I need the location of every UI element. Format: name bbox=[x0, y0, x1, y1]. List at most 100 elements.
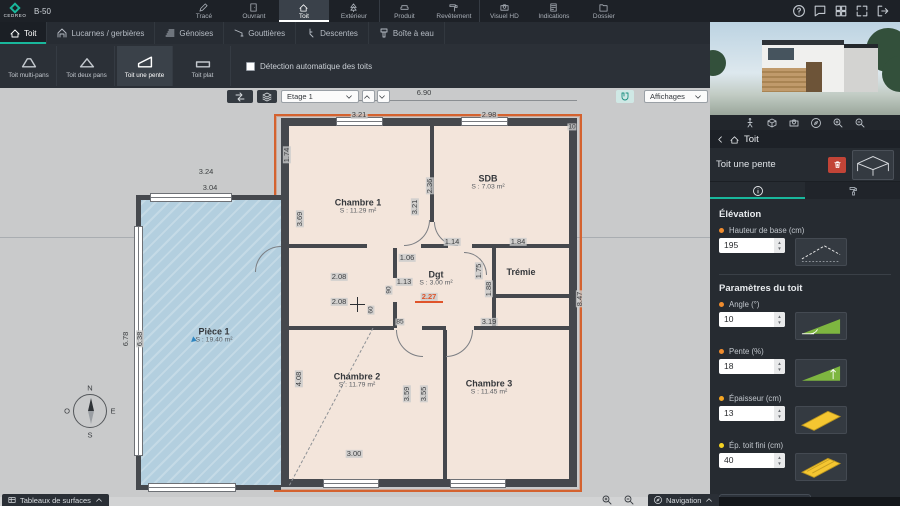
nav-tab-produit[interactable]: Produit bbox=[379, 0, 429, 22]
selected-dimension-line[interactable] bbox=[415, 301, 443, 303]
expand-button[interactable] bbox=[856, 5, 869, 18]
dimension-label[interactable]: 1.14 bbox=[444, 238, 461, 246]
layers-button[interactable] bbox=[257, 90, 277, 103]
dimension-label[interactable]: 90 bbox=[385, 285, 392, 294]
walk-button[interactable] bbox=[745, 118, 755, 128]
stepper-arrows-icon[interactable]: ▲▼ bbox=[774, 359, 785, 374]
ribbon-tab-lucarnes-gerbi-res[interactable]: Lucarnes / gerbières bbox=[47, 22, 155, 44]
hauteur-base-stepper[interactable]: 195▲▼ bbox=[719, 238, 785, 253]
floor-plan-canvas[interactable]: Chambre 1S : 11.29 m² SDBS : 7.03 m² Trémi… bbox=[0, 88, 710, 497]
zoom-out-button[interactable] bbox=[620, 494, 638, 506]
surface-tables-button[interactable]: Tableaux de surfaces bbox=[2, 494, 109, 506]
dimension-label[interactable]: 1.74 bbox=[283, 147, 291, 164]
nav-tab-visuel-hd[interactable]: Visuel HD bbox=[479, 0, 529, 22]
dimension-label[interactable]: 2.08 bbox=[331, 298, 348, 306]
dimension-label[interactable]: 3.21 bbox=[411, 199, 419, 216]
dimension-label[interactable]: 3.24 bbox=[198, 168, 215, 176]
dimension-label[interactable]: 3.55 bbox=[420, 386, 428, 403]
floor-select[interactable]: Etage 1 bbox=[281, 90, 359, 103]
cube-button[interactable] bbox=[767, 118, 777, 128]
exit-button[interactable] bbox=[877, 5, 890, 18]
dimension-label[interactable]: 10 bbox=[567, 123, 576, 130]
nav-tab-trac-[interactable]: Tracé bbox=[179, 0, 229, 22]
tool-toit-multi-pans[interactable]: Toit multi-pans bbox=[1, 46, 57, 86]
room-label-chambre-1[interactable]: Chambre 1S : 11.29 m² bbox=[335, 198, 382, 215]
checkbox-icon[interactable] bbox=[246, 62, 255, 71]
screens-button[interactable] bbox=[835, 5, 848, 18]
floor-up-button[interactable] bbox=[362, 90, 375, 103]
zoom-in-button[interactable] bbox=[598, 494, 616, 506]
display-options-select[interactable]: Affichages bbox=[644, 90, 708, 103]
dimension-label[interactable]: 3.00 bbox=[346, 450, 363, 458]
dimension-label[interactable]: 1.13 bbox=[396, 278, 413, 286]
ribbon-tab-goutti-res[interactable]: Gouttières bbox=[224, 22, 296, 44]
dimension-label[interactable]: 4.08 bbox=[295, 371, 303, 388]
room-label-dgt[interactable]: DgtS : 3.00 m² bbox=[419, 270, 452, 287]
dimension-label[interactable]: 1.84 bbox=[510, 238, 527, 246]
compass-button[interactable] bbox=[811, 118, 821, 128]
nav-tab-ouvrant[interactable]: Ouvrant bbox=[229, 0, 279, 22]
dimension-label[interactable]: 8.47 bbox=[576, 291, 584, 308]
delete-roof-button[interactable] bbox=[828, 157, 846, 173]
ribbon-tab-bo-te-eau[interactable]: Boîte à eau bbox=[369, 22, 445, 44]
stepper-arrows-icon[interactable]: ▲▼ bbox=[774, 453, 785, 468]
epaisseur-stepper[interactable]: 13▲▼ bbox=[719, 406, 785, 421]
preview-3d[interactable] bbox=[710, 22, 900, 115]
chevron-left-icon[interactable] bbox=[716, 135, 725, 144]
dimension-label[interactable]: 1.75 bbox=[475, 263, 483, 280]
zoom-out-button[interactable] bbox=[855, 118, 865, 128]
floor-down-button[interactable] bbox=[377, 90, 390, 103]
nav-tab-dossier[interactable]: Dossier bbox=[579, 0, 629, 22]
tool-toit-deux-pans[interactable]: Toit deux pans bbox=[59, 46, 115, 86]
ribbon-tab-toit[interactable]: Toit bbox=[0, 22, 47, 44]
roof-preview-thumbnail[interactable] bbox=[852, 150, 894, 180]
dimension-label[interactable]: 3.04 bbox=[202, 184, 219, 192]
snap-magnet-button[interactable] bbox=[616, 90, 634, 103]
tool-toit-plat[interactable]: Toit plat bbox=[175, 46, 231, 86]
navigation-button[interactable]: Navigation bbox=[648, 494, 719, 506]
dimension-label[interactable]: 85 bbox=[395, 318, 404, 325]
room-label-tr-mie[interactable]: Trémie bbox=[506, 267, 535, 277]
dimension-label[interactable]: 1.06 bbox=[399, 254, 416, 262]
stepper-arrows-icon[interactable]: ▲▼ bbox=[774, 238, 785, 253]
dimension-label-selected[interactable]: 2.27 bbox=[421, 293, 438, 301]
dimension-label[interactable]: 3.69 bbox=[296, 211, 304, 228]
nav-tab-indications[interactable]: Indications bbox=[529, 0, 579, 22]
tab-roof-info[interactable] bbox=[710, 182, 805, 199]
dimension-label[interactable]: 2.08 bbox=[331, 273, 348, 281]
tool-toit-une-pente[interactable]: Toit une pente bbox=[117, 46, 173, 86]
ep-toit-fini-stepper[interactable]: 40▲▼ bbox=[719, 453, 785, 468]
camera-button[interactable] bbox=[789, 118, 799, 128]
angle-stepper[interactable]: 10▲▼ bbox=[719, 312, 785, 327]
stepper-arrows-icon[interactable]: ▲▼ bbox=[774, 406, 785, 421]
undo-redo-button[interactable] bbox=[227, 90, 253, 103]
dimension-label[interactable]: 3.19 bbox=[481, 318, 498, 326]
dimension-label[interactable]: 1.88 bbox=[485, 281, 493, 298]
nav-tab-toit[interactable]: Toit bbox=[279, 0, 329, 22]
room-label-pi-ce-1[interactable]: Pièce 1S : 19.40 m² bbox=[195, 327, 232, 344]
room-label-chambre-3[interactable]: Chambre 3S : 11.45 m² bbox=[466, 379, 513, 396]
nav-tab-rev-tement[interactable]: Revêtement bbox=[429, 0, 479, 22]
dimension-label[interactable]: 3.59 bbox=[403, 386, 411, 403]
ribbon-tab-descentes[interactable]: Descentes bbox=[296, 22, 369, 44]
nav-tab-ext-rieur[interactable]: Extérieur bbox=[329, 0, 379, 22]
dimension-label[interactable]: 3.21 bbox=[351, 111, 368, 119]
dimension-label[interactable]: 6.90 bbox=[416, 89, 433, 97]
stepper-arrows-icon[interactable]: ▲▼ bbox=[774, 312, 785, 327]
auto-detect-checkbox[interactable]: Détection automatique des toits bbox=[246, 62, 372, 71]
chat-button[interactable] bbox=[814, 5, 827, 18]
help-button[interactable] bbox=[793, 5, 806, 18]
dimension-label[interactable]: 6.38 bbox=[136, 331, 144, 348]
field-bullet-icon bbox=[719, 302, 724, 307]
dimension-label[interactable]: 2.36 bbox=[426, 178, 434, 195]
room-label-chambre-2[interactable]: Chambre 2S : 11.79 m² bbox=[334, 372, 381, 389]
ribbon-tab-g-noises[interactable]: Génoises bbox=[155, 22, 224, 44]
pente-stepper[interactable]: 18▲▼ bbox=[719, 359, 785, 374]
tab-roof-material[interactable] bbox=[805, 182, 900, 199]
dimension-label[interactable]: 2.98 bbox=[481, 111, 498, 119]
dimension-label[interactable]: 6.78 bbox=[122, 331, 130, 348]
field-label: Ép. toit fini (cm) bbox=[729, 441, 783, 450]
zoom-in-button[interactable] bbox=[833, 118, 843, 128]
dimension-label[interactable]: 60 bbox=[367, 305, 374, 314]
room-label-sdb[interactable]: SDBS : 7.03 m² bbox=[471, 174, 504, 191]
